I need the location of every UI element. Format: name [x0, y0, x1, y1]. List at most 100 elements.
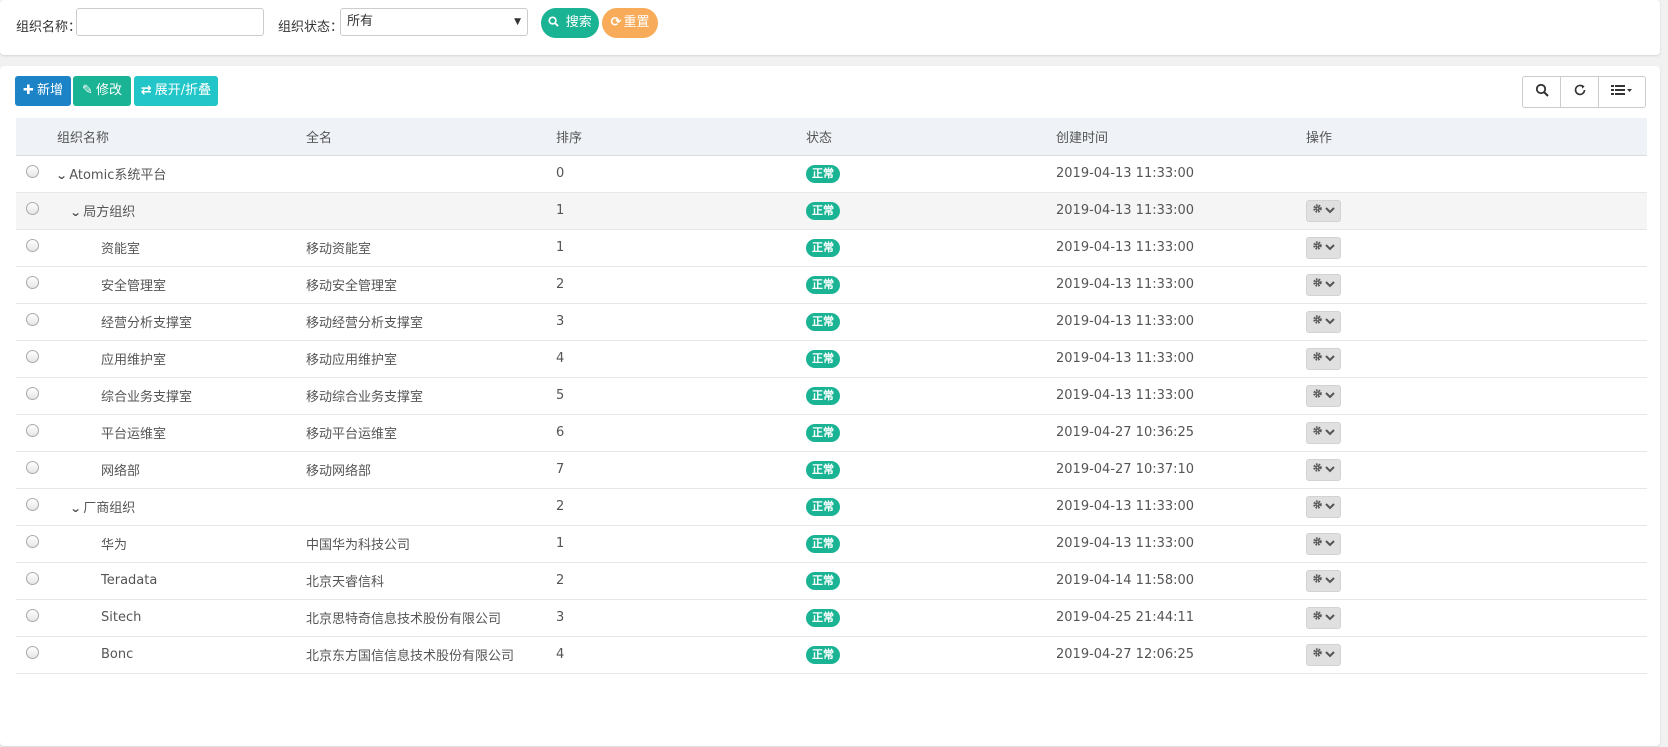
- table-row[interactable]: Bonc 北京东方国信信息技术股份有限公司 4 正常 2019-04-27 12:06:…: [16, 636, 1647, 674]
- chevron-down-icon: [1325, 610, 1335, 625]
- table-row[interactable]: Teradata 北京天睿信科 2 正常 2019-04-14 11:58:00: [16, 562, 1647, 600]
- row-radio[interactable]: [26, 572, 39, 585]
- columns-button[interactable]: [1599, 77, 1645, 107]
- org-order: 7: [556, 462, 565, 477]
- row-actions-button[interactable]: [1306, 569, 1341, 592]
- refresh-icon: [1573, 83, 1587, 101]
- created-time: 2019-04-13 11:33:00: [1056, 203, 1195, 218]
- row-radio[interactable]: [26, 202, 39, 215]
- order-cell: 1: [556, 229, 806, 267]
- row-actions-button[interactable]: [1306, 495, 1341, 518]
- edit-icon: ✎: [82, 83, 93, 98]
- actions-cell: [1306, 636, 1647, 674]
- org-status-select[interactable]: 所有 ▼: [340, 8, 528, 36]
- actions-cell: [1306, 377, 1647, 415]
- row-actions-button[interactable]: [1306, 347, 1341, 370]
- edit-button[interactable]: ✎ 修改: [73, 76, 131, 106]
- status-cell: 正常: [806, 192, 1056, 230]
- table-row[interactable]: 应用维护室 移动应用维护室 4 正常 2019-04-13 11:33:00: [16, 340, 1647, 378]
- org-name-input-wrap[interactable]: [76, 8, 264, 36]
- chevron-down-icon: [1325, 314, 1335, 329]
- gear-icon: [1312, 499, 1323, 514]
- status-cell: 正常: [806, 155, 1056, 193]
- org-name: 资能室: [101, 242, 141, 257]
- row-actions-button[interactable]: [1306, 606, 1341, 629]
- row-radio[interactable]: [26, 313, 39, 326]
- expand-collapse-button[interactable]: ⇄ 展开/折叠: [134, 76, 218, 106]
- org-name: 应用维护室: [101, 353, 167, 368]
- chevron-down-icon[interactable]: ⌄: [70, 502, 82, 515]
- row-radio[interactable]: [26, 239, 39, 252]
- column-header-status[interactable]: 状态: [806, 118, 1056, 156]
- column-header-actions[interactable]: 操作: [1306, 118, 1647, 156]
- table-row[interactable]: 综合业务支撑室 移动综合业务支撑室 5 正常 2019-04-13 11:33:00: [16, 377, 1647, 415]
- row-radio[interactable]: [26, 609, 39, 622]
- table-row[interactable]: 安全管理室 移动安全管理室 2 正常 2019-04-13 11:33:00: [16, 266, 1647, 304]
- row-radio[interactable]: [26, 498, 39, 511]
- row-actions-button[interactable]: [1306, 384, 1341, 407]
- row-select-cell: [16, 525, 57, 563]
- table-row[interactable]: ⌄ 局方组织 1 正常 2019-04-13 11:33:00: [16, 192, 1647, 230]
- table-row[interactable]: 网络部 移动网络部 7 正常 2019-04-27 10:37:10: [16, 451, 1647, 489]
- row-radio[interactable]: [26, 387, 39, 400]
- created-time: 2019-04-27 12:06:25: [1056, 647, 1195, 662]
- org-fullname: 移动资能室: [306, 242, 372, 257]
- row-radio[interactable]: [26, 276, 39, 289]
- status-cell: 正常: [806, 488, 1056, 526]
- row-select-cell: [16, 303, 57, 341]
- column-header-order[interactable]: 排序: [556, 118, 806, 156]
- org-order: 2: [556, 277, 565, 292]
- row-actions-button[interactable]: [1306, 458, 1341, 481]
- column-header-fullname[interactable]: 全名: [306, 118, 556, 156]
- org-name: Bonc: [101, 647, 134, 662]
- search-icon: [548, 15, 564, 30]
- org-order: 1: [556, 536, 565, 551]
- row-actions-button[interactable]: [1306, 310, 1341, 333]
- table-row[interactable]: ⌄Atomic系统平台 0 正常 2019-04-13 11:33:00: [16, 155, 1647, 193]
- row-radio[interactable]: [26, 165, 39, 178]
- row-actions-button[interactable]: [1306, 421, 1341, 444]
- order-cell: 3: [556, 303, 806, 341]
- add-button[interactable]: ✚ 新增: [15, 76, 71, 106]
- row-select-cell: [16, 414, 57, 452]
- actions-cell: [1306, 562, 1647, 600]
- refresh-button[interactable]: [1561, 77, 1599, 107]
- fullname-cell: 移动平台运维室: [306, 414, 556, 452]
- reset-button[interactable]: ⟳ 重置: [602, 8, 658, 38]
- edit-button-label: 修改: [95, 83, 122, 98]
- table-row[interactable]: 经营分析支撑室 移动经营分析支撑室 3 正常 2019-04-13 11:33:00: [16, 303, 1647, 341]
- status-cell: 正常: [806, 229, 1056, 267]
- status-badge: 正常: [806, 164, 840, 183]
- chevron-down-icon[interactable]: ⌄: [70, 206, 82, 219]
- column-header-name[interactable]: 组织名称: [57, 118, 306, 156]
- org-order: 5: [556, 388, 565, 403]
- column-header-created[interactable]: 创建时间: [1056, 118, 1306, 156]
- row-actions-button[interactable]: [1306, 199, 1341, 222]
- row-actions-button[interactable]: [1306, 643, 1341, 666]
- table-row[interactable]: 平台运维室 移动平台运维室 6 正常 2019-04-27 10:36:25: [16, 414, 1647, 452]
- row-radio[interactable]: [26, 350, 39, 363]
- table-row[interactable]: Sitech 北京思特奇信息技术股份有限公司 3 正常 2019-04-25 21:44…: [16, 599, 1647, 637]
- created-cell: 2019-04-13 11:33:00: [1056, 155, 1306, 193]
- name-cell: Teradata: [57, 562, 306, 600]
- row-radio[interactable]: [26, 646, 39, 659]
- row-radio[interactable]: [26, 424, 39, 437]
- org-name-input[interactable]: [83, 9, 261, 35]
- chevron-down-icon[interactable]: ⌄: [57, 169, 68, 182]
- org-name: 局方组织: [83, 205, 136, 220]
- name-cell: 平台运维室: [57, 414, 306, 452]
- search-button[interactable]: 搜索: [541, 8, 599, 38]
- row-radio[interactable]: [26, 461, 39, 474]
- row-actions-button[interactable]: [1306, 532, 1341, 555]
- org-name: Teradata: [101, 573, 158, 588]
- name-cell: 综合业务支撑室: [57, 377, 306, 415]
- created-time: 2019-04-13 11:33:00: [1056, 388, 1195, 403]
- row-radio[interactable]: [26, 535, 39, 548]
- table-row[interactable]: 华为 中国华为科技公司 1 正常 2019-04-13 11:33:00: [16, 525, 1647, 563]
- row-actions-button[interactable]: [1306, 236, 1341, 259]
- fullname-cell: 移动安全管理室: [306, 266, 556, 304]
- toggle-search-button[interactable]: [1523, 77, 1561, 107]
- table-row[interactable]: 资能室 移动资能室 1 正常 2019-04-13 11:33:00: [16, 229, 1647, 267]
- row-actions-button[interactable]: [1306, 273, 1341, 296]
- table-row[interactable]: ⌄ 厂商组织 2 正常 2019-04-13 11:33:00: [16, 488, 1647, 526]
